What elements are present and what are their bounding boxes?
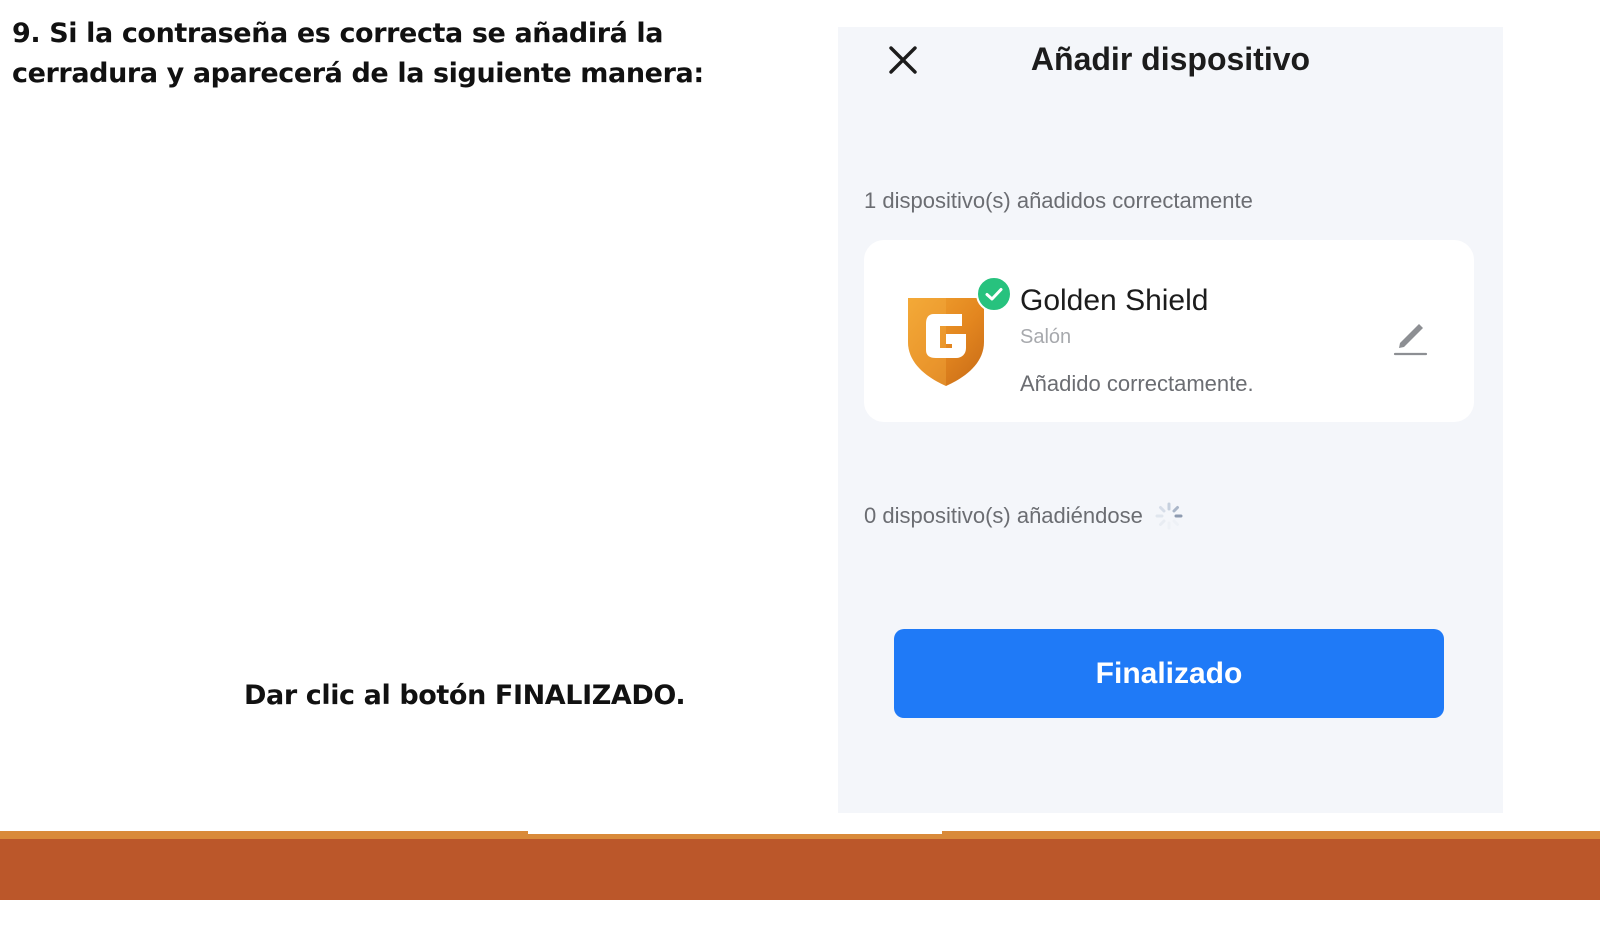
page-title: Añadir dispositivo: [1030, 41, 1311, 77]
finish-instruction-note: Dar clic al botón FINALIZADO.: [244, 680, 686, 711]
loading-spinner-icon: [1155, 502, 1183, 530]
device-name: Golden Shield: [1020, 284, 1209, 317]
adding-devices-label: 0 dispositivo(s) añadiéndose: [864, 503, 1143, 528]
footer-band: [0, 839, 1600, 900]
footer-accent-line-right: [942, 831, 1600, 839]
device-status: Añadido correctamente.: [1020, 371, 1254, 396]
golden-shield-logo-icon: [904, 292, 988, 388]
finish-button[interactable]: Finalizado: [894, 629, 1444, 718]
slide: 9. Si la contraseña es correcta se añadi…: [0, 0, 1600, 941]
success-check-badge: [976, 276, 1012, 312]
check-icon: [985, 288, 1003, 301]
edit-device-button[interactable]: [1390, 316, 1430, 358]
phone-screen: Añadir dispositivo 1 dispositivo(s) añad…: [838, 27, 1503, 813]
added-devices-label: 1 dispositivo(s) añadidos correctamente: [864, 188, 1253, 213]
adding-devices-row: 0 dispositivo(s) añadiéndose: [864, 500, 1185, 532]
instruction-text: 9. Si la contraseña es correcta se añadi…: [12, 18, 704, 89]
device-card[interactable]: Golden Shield Salón Añadido correctament…: [864, 240, 1474, 422]
pencil-icon: [1393, 324, 1428, 356]
device-room: Salón: [1020, 326, 1072, 348]
footer-accent-line: [0, 831, 528, 839]
